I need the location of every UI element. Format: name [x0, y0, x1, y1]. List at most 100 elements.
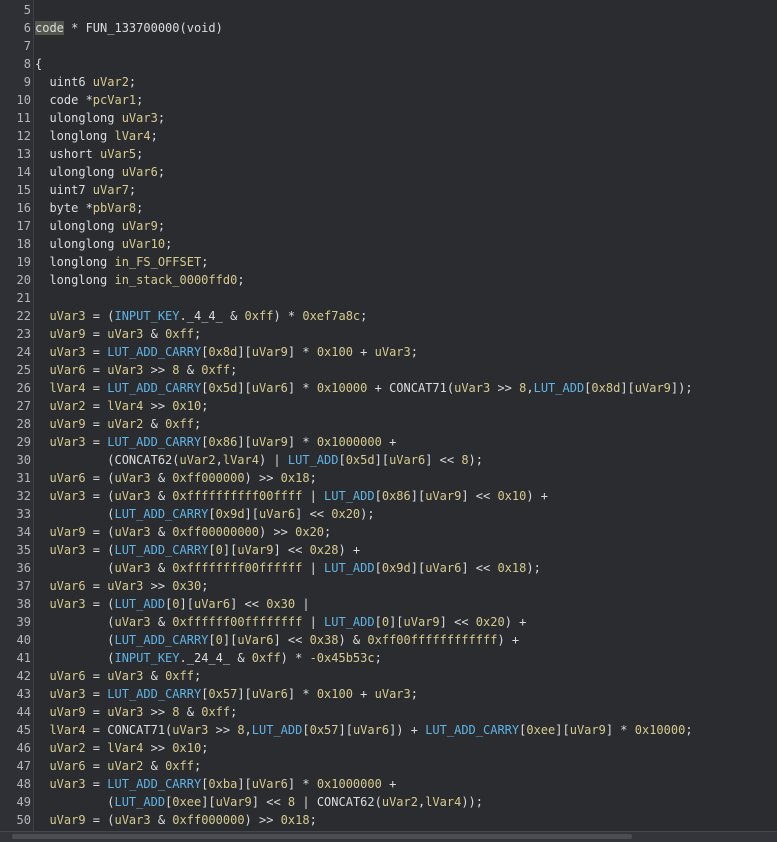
code-line[interactable]: 35 uVar3 = (LUT_ADD_CARRY[0][uVar9] << 0…: [0, 541, 777, 559]
variable-token[interactable]: uVar3: [375, 345, 411, 359]
variable-token[interactable]: uVar3: [114, 489, 150, 503]
variable-token[interactable]: uVar9: [122, 219, 158, 233]
decompiler-code-panel[interactable]: 5 6 code * FUN_133700000(void) 7 8{9 uint6 u…: [0, 0, 777, 831]
variable-token[interactable]: uVar6: [122, 165, 158, 179]
global-symbol-token[interactable]: LUT_ADD: [114, 795, 165, 809]
code-line[interactable]: 5: [0, 1, 777, 19]
code-line[interactable]: 32 uVar3 = (uVar3 & 0xffffffffff00ffff |…: [0, 487, 777, 505]
code-line[interactable]: 18 ulonglong uVar10;: [0, 235, 777, 253]
variable-token[interactable]: uVar9: [404, 615, 440, 629]
code-line[interactable]: 28 uVar9 = uVar2 & 0xff;: [0, 415, 777, 433]
global-symbol-token[interactable]: LUT_ADD: [534, 381, 585, 395]
variable-token[interactable]: pbVar8: [93, 201, 136, 215]
variable-token[interactable]: in_FS_OFFSET: [114, 255, 201, 269]
variable-token[interactable]: uVar3: [107, 669, 143, 683]
variable-token[interactable]: uVar3: [49, 435, 85, 449]
code-line[interactable]: 7: [0, 37, 777, 55]
variable-token[interactable]: uVar7: [93, 183, 129, 197]
global-symbol-token[interactable]: INPUT_KEY: [114, 651, 179, 665]
global-symbol-token[interactable]: LUT_ADD: [114, 597, 165, 611]
global-symbol-token[interactable]: LUT_ADD: [252, 723, 303, 737]
variable-token[interactable]: lVar4: [114, 129, 150, 143]
variable-token[interactable]: uVar2: [180, 453, 216, 467]
variable-token[interactable]: lVar4: [107, 741, 143, 755]
code-line[interactable]: 21: [0, 289, 777, 307]
variable-token[interactable]: uVar9: [49, 417, 85, 431]
variable-token[interactable]: uVar3: [114, 561, 150, 575]
global-symbol-token[interactable]: LUT_ADD_CARRY: [107, 777, 201, 791]
code-line[interactable]: 31 uVar6 = (uVar3 & 0xff000000) >> 0x18;: [0, 469, 777, 487]
variable-token[interactable]: uVar3: [49, 597, 85, 611]
variable-token[interactable]: lVar4: [49, 723, 85, 737]
code-line[interactable]: 43 uVar3 = LUT_ADD_CARRY[0x57][uVar6] * …: [0, 685, 777, 703]
variable-token[interactable]: uVar3: [49, 309, 85, 323]
code-line[interactable]: 48 uVar3 = LUT_ADD_CARRY[0xba][uVar6] * …: [0, 775, 777, 793]
code-line[interactable]: 41 (INPUT_KEY._24_4_ & 0xff) * -0x45b53c…: [0, 649, 777, 667]
variable-token[interactable]: uVar3: [114, 471, 150, 485]
variable-token[interactable]: uVar9: [570, 723, 606, 737]
global-symbol-token[interactable]: LUT_ADD_CARRY: [107, 687, 201, 701]
code-line[interactable]: 42 uVar6 = uVar3 & 0xff;: [0, 667, 777, 685]
global-symbol-token[interactable]: LUT_ADD: [288, 453, 339, 467]
variable-token[interactable]: uVar9: [252, 435, 288, 449]
code-line[interactable]: 26 lVar4 = LUT_ADD_CARRY[0x5d][uVar6] * …: [0, 379, 777, 397]
variable-token[interactable]: lVar4: [425, 795, 461, 809]
variable-token[interactable]: in_stack_0000ffd0: [114, 273, 237, 287]
code-line[interactable]: 12 longlong lVar4;: [0, 127, 777, 145]
code-line[interactable]: 19 longlong in_FS_OFFSET;: [0, 253, 777, 271]
code-line[interactable]: 13 ushort uVar5;: [0, 145, 777, 163]
variable-token[interactable]: uVar9: [252, 345, 288, 359]
variable-token[interactable]: uVar6: [425, 561, 461, 575]
global-symbol-token[interactable]: LUT_ADD_CARRY: [425, 723, 519, 737]
variable-token[interactable]: uVar6: [194, 597, 230, 611]
variable-token[interactable]: uVar9: [49, 327, 85, 341]
code-line[interactable]: 37 uVar6 = uVar3 >> 0x30;: [0, 577, 777, 595]
code-line[interactable]: 6 code * FUN_133700000(void): [0, 19, 777, 37]
code-line[interactable]: 16 byte *pbVar8;: [0, 199, 777, 217]
code-line[interactable]: 10 code *pcVar1;: [0, 91, 777, 109]
code-line[interactable]: 29 uVar3 = LUT_ADD_CARRY[0x86][uVar9] * …: [0, 433, 777, 451]
code-line[interactable]: 45 lVar4 = CONCAT71(uVar3 >> 8,LUT_ADD[0…: [0, 721, 777, 739]
variable-token[interactable]: lVar4: [223, 453, 259, 467]
variable-token[interactable]: uVar9: [635, 381, 671, 395]
variable-token[interactable]: uVar9: [237, 543, 273, 557]
code-line[interactable]: 49 (LUT_ADD[0xee][uVar9] << 8 | CONCAT62…: [0, 793, 777, 811]
variable-token[interactable]: uVar6: [252, 777, 288, 791]
code-line[interactable]: 47 uVar6 = uVar2 & 0xff;: [0, 757, 777, 775]
variable-token[interactable]: uVar3: [107, 327, 143, 341]
variable-token[interactable]: uVar6: [49, 471, 85, 485]
variable-token[interactable]: uVar6: [49, 579, 85, 593]
code-line[interactable]: 22 uVar3 = (INPUT_KEY._4_4_ & 0xff) * 0x…: [0, 307, 777, 325]
highlighted-token[interactable]: code: [35, 21, 64, 35]
scrollbar-thumb[interactable]: [12, 834, 632, 839]
variable-token[interactable]: uVar2: [93, 75, 129, 89]
code-line[interactable]: 25 uVar6 = uVar3 >> 8 & 0xff;: [0, 361, 777, 379]
code-line[interactable]: 50 uVar9 = (uVar3 & 0xff000000) >> 0x18;: [0, 811, 777, 829]
code-line[interactable]: 30 (CONCAT62(uVar2,lVar4) | LUT_ADD[0x5d…: [0, 451, 777, 469]
variable-token[interactable]: uVar5: [100, 147, 136, 161]
code-line[interactable]: 38 uVar3 = (LUT_ADD[0][uVar6] << 0x30 |: [0, 595, 777, 613]
variable-token[interactable]: uVar9: [49, 525, 85, 539]
variable-token[interactable]: uVar6: [389, 453, 425, 467]
code-line[interactable]: 24 uVar3 = LUT_ADD_CARRY[0x8d][uVar9] * …: [0, 343, 777, 361]
variable-token[interactable]: uVar2: [49, 399, 85, 413]
variable-token[interactable]: uVar3: [107, 579, 143, 593]
variable-token[interactable]: uVar3: [375, 687, 411, 701]
code-line[interactable]: 8{: [0, 55, 777, 73]
variable-token[interactable]: uVar6: [259, 507, 295, 521]
variable-token[interactable]: uVar3: [107, 705, 143, 719]
global-symbol-token[interactable]: LUT_ADD: [324, 489, 375, 503]
global-symbol-token[interactable]: LUT_ADD: [324, 561, 375, 575]
global-symbol-token[interactable]: LUT_ADD_CARRY: [114, 507, 208, 521]
variable-token[interactable]: pcVar1: [93, 93, 136, 107]
variable-token[interactable]: uVar3: [49, 543, 85, 557]
variable-token[interactable]: uVar3: [107, 363, 143, 377]
variable-token[interactable]: uVar9: [216, 795, 252, 809]
variable-token[interactable]: uVar2: [382, 795, 418, 809]
variable-token[interactable]: lVar4: [49, 381, 85, 395]
global-symbol-token[interactable]: LUT_ADD: [324, 615, 375, 629]
variable-token[interactable]: uVar2: [49, 741, 85, 755]
code-line[interactable]: 33 (LUT_ADD_CARRY[0x9d][uVar6] << 0x20);: [0, 505, 777, 523]
variable-token[interactable]: uVar3: [172, 723, 208, 737]
variable-token[interactable]: uVar10: [122, 237, 165, 251]
